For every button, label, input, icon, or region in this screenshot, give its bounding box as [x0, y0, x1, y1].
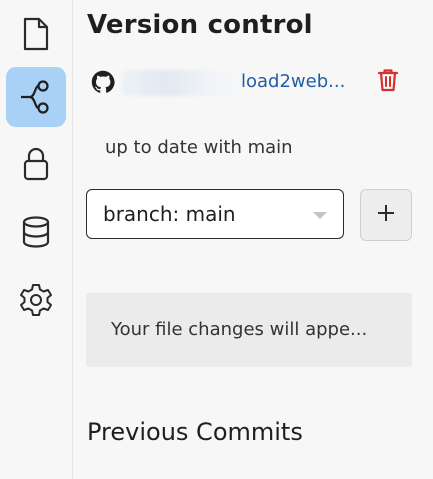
- redacted-area: [121, 70, 249, 96]
- database-icon: [20, 215, 52, 249]
- file-changes-box: Your file changes will appe...: [86, 293, 412, 367]
- previous-commits-heading: Previous Commits: [87, 418, 303, 446]
- branch-select-value: branch: main: [103, 202, 236, 226]
- sidebar-item-version-control[interactable]: [6, 67, 66, 127]
- sidebar-item-database[interactable]: [6, 202, 66, 262]
- lock-icon: [21, 146, 51, 182]
- branch-icon: [18, 80, 54, 114]
- file-icon: [21, 17, 51, 51]
- plus-icon: [376, 203, 396, 227]
- chevron-down-icon: [313, 212, 327, 219]
- add-branch-button[interactable]: [360, 189, 412, 241]
- page-title: Version control: [87, 10, 313, 40]
- github-icon: [91, 70, 115, 98]
- gear-icon: [18, 282, 54, 318]
- sidebar-item-settings[interactable]: [6, 270, 66, 330]
- file-changes-placeholder: Your file changes will appe...: [111, 319, 368, 340]
- sidebar-item-files[interactable]: [6, 4, 66, 64]
- branch-select[interactable]: branch: main: [86, 189, 344, 239]
- app-root: Version control load2web... up to date w…: [0, 0, 433, 479]
- version-control-panel: Version control load2web... up to date w…: [73, 0, 433, 479]
- sync-status: up to date with main: [105, 137, 293, 158]
- trash-icon[interactable]: [377, 68, 399, 96]
- sidebar-item-lock[interactable]: [6, 134, 66, 194]
- repo-row: load2web...: [91, 66, 411, 98]
- repo-link[interactable]: load2web...: [241, 71, 345, 92]
- sidebar: [0, 0, 73, 479]
